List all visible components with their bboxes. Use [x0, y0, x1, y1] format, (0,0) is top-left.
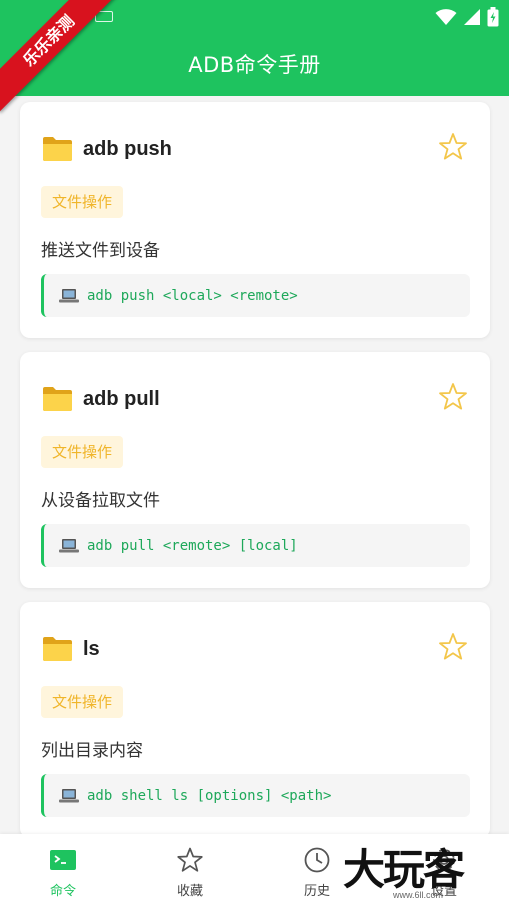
command-syntax[interactable]: adb shell ls [options] <path>	[41, 774, 470, 817]
category-tag[interactable]: 文件操作	[41, 686, 124, 718]
bottom-nav: 命令 收藏 历史 设置	[0, 834, 509, 906]
nav-label: 历史	[303, 884, 330, 899]
status-bar	[0, 0, 509, 34]
category-tag[interactable]: 文件操作	[41, 436, 124, 468]
folder-icon	[43, 137, 72, 161]
command-list[interactable]: adb push 文件操作 推送文件到设备 adb push <local> <…	[0, 96, 509, 834]
nav-item-favorites[interactable]: 收藏	[140, 834, 240, 906]
command-title: adb pull	[83, 387, 160, 410]
command-card[interactable]: adb push 文件操作 推送文件到设备 adb push <local> <…	[20, 102, 490, 338]
command-card[interactable]: ls 文件操作 列出目录内容 adb shell ls [options] <p…	[20, 602, 490, 834]
card-header: adb pull	[42, 384, 160, 414]
signal-icon	[464, 9, 480, 25]
command-description: 推送文件到设备	[41, 241, 160, 261]
command-description: 列出目录内容	[41, 741, 143, 761]
nav-item-history[interactable]: 历史	[267, 834, 367, 906]
command-card[interactable]: adb pull 文件操作 从设备拉取文件 adb pull <remote> …	[20, 352, 490, 588]
nav-label: 设置	[430, 884, 457, 899]
command-description: 从设备拉取文件	[41, 491, 160, 511]
nav-item-settings[interactable]: 设置	[394, 834, 494, 906]
folder-icon	[43, 637, 72, 661]
command-text: adb push <local> <remote>	[87, 287, 298, 304]
star-icon	[177, 847, 203, 872]
command-syntax[interactable]: adb pull <remote> [local]	[41, 524, 470, 567]
card-header: ls	[42, 634, 100, 664]
favorite-star-icon[interactable]	[438, 132, 468, 162]
app-bar: ADB命令手册	[0, 0, 509, 96]
page-title: ADB命令手册	[188, 53, 321, 77]
battery-icon	[487, 7, 499, 27]
nav-label: 命令	[49, 884, 76, 899]
laptop-icon	[59, 289, 79, 303]
terminal-icon	[50, 850, 76, 870]
command-text: adb shell ls [options] <path>	[87, 787, 332, 804]
nav-item-commands[interactable]: 命令	[13, 834, 113, 906]
command-text: adb pull <remote> [local]	[87, 537, 298, 554]
nav-label: 收藏	[176, 884, 203, 899]
favorite-star-icon[interactable]	[438, 382, 468, 412]
folder-icon	[43, 387, 72, 411]
favorite-star-icon[interactable]	[438, 632, 468, 662]
category-tag[interactable]: 文件操作	[41, 186, 124, 218]
command-syntax[interactable]: adb push <local> <remote>	[41, 274, 470, 317]
command-title: ls	[83, 637, 100, 660]
command-title: adb push	[83, 137, 172, 160]
keyboard-icon	[95, 11, 113, 22]
gear-icon	[433, 849, 455, 871]
clock-icon	[304, 847, 330, 873]
wifi-icon	[435, 9, 457, 25]
card-header: adb push	[42, 134, 172, 164]
laptop-icon	[59, 789, 79, 803]
laptop-icon	[59, 539, 79, 553]
status-icons	[435, 6, 499, 28]
